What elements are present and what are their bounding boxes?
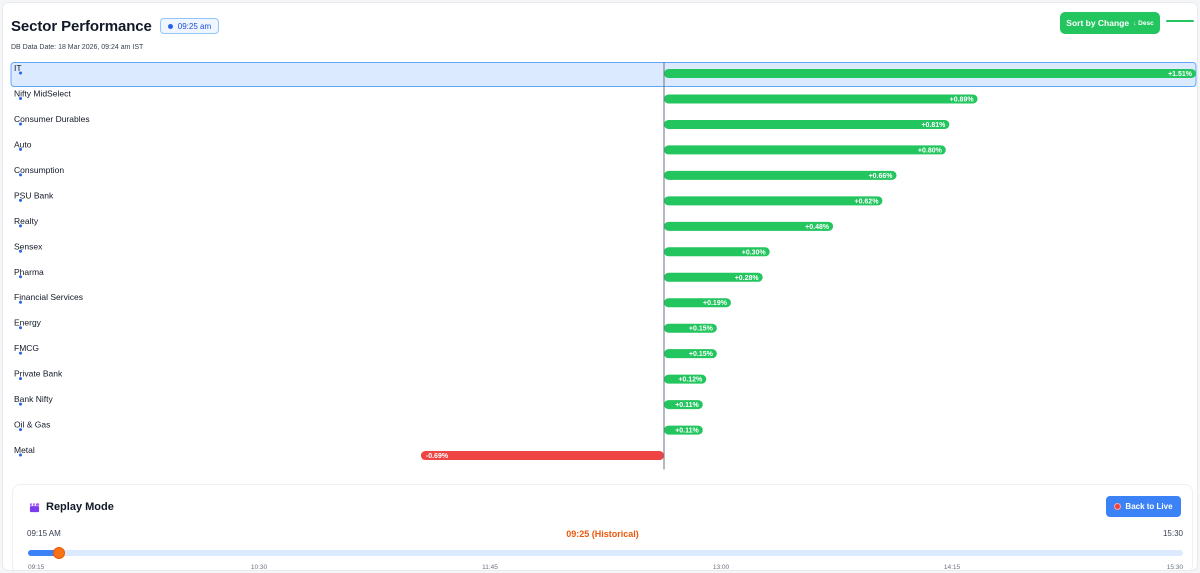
sector-bar[interactable] (664, 145, 946, 155)
info-dot-icon (19, 249, 22, 253)
replay-end-time: 15:30 (1162, 529, 1183, 538)
bar-value-label: +0.28% (735, 275, 760, 282)
sector-bar[interactable] (664, 170, 897, 180)
back-to-live-label: Back to Live (1125, 502, 1173, 511)
bar-value-label: +0.15% (689, 326, 714, 333)
sector-label: Financial Services (14, 292, 83, 302)
replay-tick-label: 14:15 (943, 564, 961, 571)
info-dot-icon (19, 173, 22, 177)
sector-row[interactable]: Nifty MidSelect +0.89% (14, 88, 978, 104)
info-dot-icon (19, 428, 22, 432)
info-dot-icon (19, 147, 22, 151)
sector-row[interactable]: Private Bank +0.12% (14, 369, 707, 384)
sector-row[interactable]: Realty +0.48% (14, 216, 834, 231)
clapperboard-icon (29, 502, 40, 512)
bar-value-label: +0.62% (854, 198, 879, 205)
replay-tick-label: 09:15 (28, 564, 45, 571)
sector-label: Consumer Durables (14, 114, 90, 124)
sector-label: Pharma (14, 267, 44, 277)
sector-row[interactable]: Sensex +0.30% (14, 241, 770, 257)
sector-label: IT (14, 63, 22, 73)
bar-value-label: +0.89% (950, 96, 975, 103)
info-dot-icon (19, 351, 22, 355)
replay-panel: Replay Mode Back to Live 09:15 AM 09:25 … (12, 484, 1193, 571)
sector-row[interactable]: Oil & Gas +0.11% (14, 420, 703, 435)
sector-label: PSU Bank (14, 190, 54, 200)
replay-time-ticks: 09:15 10:30 11:45 13:00 14:15 15:30 (28, 564, 1183, 571)
sector-bar[interactable] (664, 119, 950, 129)
sector-label: Nifty MidSelect (14, 88, 71, 98)
sector-row[interactable]: Pharma +0.28% (14, 267, 763, 282)
sector-label: Sensex (14, 241, 43, 251)
bar-value-label: -0.69% (426, 453, 449, 460)
replay-title: Replay Mode (29, 501, 114, 513)
bar-value-label: +0.66% (869, 173, 894, 180)
sector-row[interactable]: Auto +0.80% (14, 139, 946, 155)
bar-value-label: +0.48% (805, 224, 830, 231)
bar-value-label: +0.11% (675, 402, 699, 409)
sector-label: Oil & Gas (14, 420, 50, 430)
bar-value-label: +0.81% (921, 122, 946, 129)
sector-row[interactable]: IT +1.51% (10, 62, 1197, 87)
replay-tick-label: 15:30 (1166, 564, 1183, 571)
sector-row[interactable]: Financial Services +0.19% (14, 292, 731, 308)
sector-label: FMCG (14, 343, 39, 353)
bar-value-label: +0.19% (703, 300, 728, 307)
sector-row[interactable]: Bank Nifty +0.11% (14, 394, 703, 410)
sector-bar-chart: IT +1.51% Nifty MidSelect +0.89% Consumer Du… (10, 62, 1197, 470)
bar-value-label: +0.15% (689, 351, 714, 358)
sector-label: Consumption (14, 165, 64, 175)
sector-label: Auto (14, 139, 32, 149)
info-dot-icon (19, 377, 22, 381)
info-dot-icon (19, 122, 22, 126)
sector-bar[interactable] (664, 196, 883, 206)
info-dot-icon (19, 402, 22, 406)
bar-value-label: +0.12% (678, 377, 703, 384)
sector-label: Metal (14, 445, 35, 455)
sector-row[interactable]: Consumption +0.66% (14, 165, 897, 180)
back-to-live-button[interactable]: Back to Live (1106, 496, 1181, 517)
info-dot-icon (19, 453, 22, 457)
bar-value-label: +1.51% (1168, 71, 1193, 78)
sector-row[interactable]: Energy +0.15% (14, 318, 717, 333)
record-icon (1114, 503, 1122, 510)
sector-row[interactable]: Consumer Durables +0.81% (14, 114, 950, 129)
sector-row[interactable]: PSU Bank +0.62% (14, 190, 883, 206)
info-dot-icon (19, 326, 22, 330)
bar-value-label: +0.30% (742, 249, 767, 256)
replay-tick-label: 10:30 (250, 564, 268, 571)
sector-label: Realty (14, 216, 39, 226)
info-dot-icon (19, 198, 22, 202)
bar-value-label: +0.11% (675, 428, 699, 435)
info-dot-icon (19, 275, 22, 279)
replay-tick-label: 13:00 (712, 564, 730, 571)
sector-bar[interactable] (664, 69, 1196, 78)
sector-row[interactable]: FMCG +0.15% (14, 343, 717, 359)
replay-title-label: Replay Mode (46, 501, 114, 513)
info-dot-icon (19, 71, 22, 75)
sector-bar[interactable] (420, 451, 664, 461)
info-dot-icon (19, 300, 22, 304)
sector-label: Private Bank (14, 369, 63, 379)
bar-value-label: +0.80% (918, 147, 943, 154)
replay-current-time: 09:25 (Historical) (566, 529, 639, 539)
sector-performance-card: Sector Performance 09:25 am DB Data Date… (2, 2, 1198, 571)
replay-slider[interactable] (28, 547, 1183, 559)
sector-row[interactable]: Metal -0.69% (14, 445, 664, 461)
sector-label: Bank Nifty (14, 394, 53, 404)
info-dot-icon (19, 96, 22, 100)
info-dot-icon (19, 224, 22, 228)
replay-slider-thumb[interactable] (52, 547, 65, 559)
sector-bar[interactable] (664, 94, 978, 104)
replay-tick-label: 11:45 (482, 564, 498, 571)
sector-label: Energy (14, 318, 42, 328)
